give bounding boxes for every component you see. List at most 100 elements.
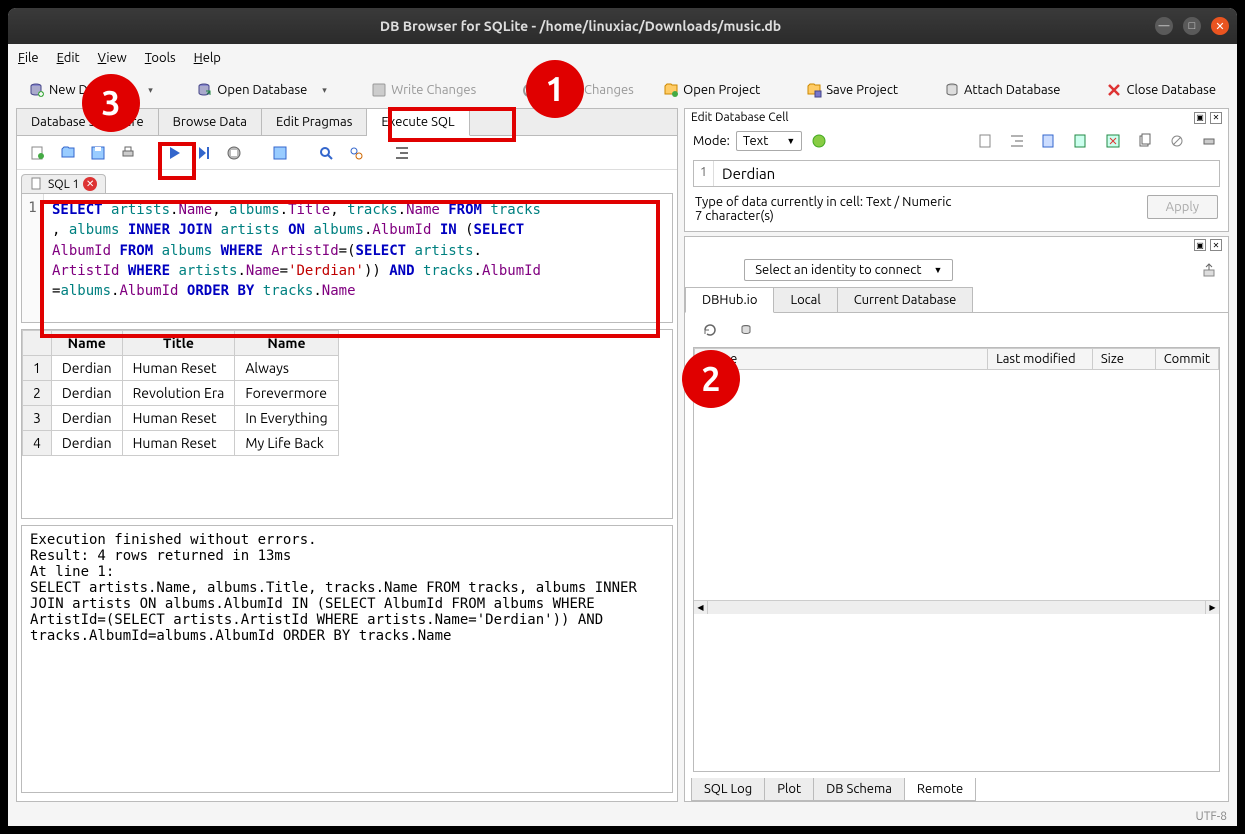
- btab-sql-log[interactable]: SQL Log: [691, 778, 765, 801]
- sql-file-tab[interactable]: SQL 1 ✕: [21, 174, 106, 193]
- output-log[interactable]: Execution finished without errors. Resul…: [21, 525, 673, 793]
- cell-editor-panel: Edit Database Cell ▣ ✕ Mode: Text ▼: [684, 108, 1229, 232]
- run-sql-icon[interactable]: [163, 142, 185, 164]
- btab-plot[interactable]: Plot: [764, 778, 814, 801]
- print-sql-icon[interactable]: [117, 142, 139, 164]
- mode-select[interactable]: Text ▼: [736, 131, 802, 151]
- print-icon2[interactable]: [1198, 130, 1220, 152]
- open-db-dropdown[interactable]: ▾: [322, 85, 332, 96]
- panel-undock-icon[interactable]: ▣: [1194, 112, 1206, 124]
- col-commit[interactable]: Commit: [1155, 349, 1218, 370]
- col-modified[interactable]: Last modified: [988, 349, 1093, 370]
- minimize-button[interactable]: —: [1155, 17, 1173, 35]
- null-icon[interactable]: [1166, 130, 1188, 152]
- doc-icon[interactable]: [974, 130, 996, 152]
- save-project-button[interactable]: Save Project: [799, 78, 905, 102]
- remote-table[interactable]: Name Last modified Size Commit ◀ ▶: [693, 347, 1220, 772]
- chevron-down-icon: ▼: [933, 265, 942, 275]
- close-tab-icon[interactable]: ✕: [83, 177, 97, 191]
- sql-editor[interactable]: 1 SELECT artists.Name, albums.Title, tra…: [21, 193, 673, 323]
- panel-undock-icon[interactable]: ▣: [1194, 239, 1206, 251]
- cell-value[interactable]: Derdian: [714, 161, 1219, 186]
- indent-icon[interactable]: [391, 142, 413, 164]
- close-db-icon: [1106, 82, 1122, 98]
- btab-schema[interactable]: DB Schema: [813, 778, 905, 801]
- tab-browse-data[interactable]: Browse Data: [159, 109, 262, 135]
- revert-changes-button[interactable]: Revert Changes: [515, 78, 641, 102]
- col-name[interactable]: Name: [695, 349, 988, 370]
- open-database-button[interactable]: Open Database: [190, 78, 314, 102]
- export-icon[interactable]: [1070, 130, 1092, 152]
- tab-local[interactable]: Local: [773, 287, 837, 312]
- tab-db-structure[interactable]: Database Structure: [17, 109, 159, 135]
- bottom-tabs: SQL Log Plot DB Schema Remote: [685, 778, 1228, 801]
- col-size[interactable]: Size: [1092, 349, 1155, 370]
- result-header[interactable]: Title: [122, 331, 235, 356]
- write-changes-button[interactable]: Write Changes: [364, 78, 483, 102]
- open-project-button[interactable]: Open Project: [656, 78, 767, 102]
- result-header[interactable]: Name: [51, 331, 122, 356]
- stop-sql-icon[interactable]: [223, 142, 245, 164]
- tab-edit-pragmas[interactable]: Edit Pragmas: [262, 109, 367, 135]
- close-database-button[interactable]: Close Database: [1099, 78, 1223, 102]
- maximize-button[interactable]: □: [1183, 17, 1201, 35]
- revert-changes-label: Revert Changes: [542, 83, 634, 97]
- panel-close-icon[interactable]: ✕: [1210, 239, 1222, 251]
- panel-close-icon[interactable]: ✕: [1210, 112, 1222, 124]
- encoding-label: UTF-8: [1196, 810, 1227, 823]
- menu-file[interactable]: File: [18, 51, 39, 65]
- menu-help[interactable]: Help: [194, 51, 221, 65]
- upload-icon[interactable]: [1198, 259, 1220, 281]
- new-query-icon[interactable]: [27, 142, 49, 164]
- scroll-right-icon[interactable]: ▶: [1205, 601, 1219, 614]
- tab-dbhub[interactable]: DBHub.io: [685, 287, 774, 313]
- main-tabs: Database Structure Browse Data Edit Prag…: [17, 109, 677, 136]
- table-row[interactable]: 4DerdianHuman ResetMy Life Back: [23, 431, 339, 456]
- menu-view[interactable]: View: [98, 51, 127, 65]
- copy-icon[interactable]: [1134, 130, 1156, 152]
- find-icon[interactable]: [315, 142, 337, 164]
- close-button[interactable]: ✕: [1211, 17, 1229, 35]
- cell-editor-title: Edit Database Cell: [691, 111, 789, 124]
- write-changes-label: Write Changes: [391, 83, 476, 97]
- table-row[interactable]: 2DerdianRevolution EraForevermore: [23, 381, 339, 406]
- save-sql-icon[interactable]: [87, 142, 109, 164]
- scroll-left-icon[interactable]: ◀: [694, 601, 708, 614]
- new-database-button[interactable]: New Database: [22, 78, 140, 102]
- attach-icon: [944, 82, 960, 98]
- cell-text-editor[interactable]: 1 Derdian: [693, 160, 1220, 187]
- tab-execute-sql[interactable]: Execute SQL: [367, 109, 469, 136]
- menubar: File Edit View Tools Help: [8, 44, 1237, 72]
- attach-database-button[interactable]: Attach Database: [937, 78, 1068, 102]
- menu-edit[interactable]: Edit: [57, 51, 80, 65]
- tab-current-db[interactable]: Current Database: [837, 287, 974, 312]
- sql-code[interactable]: SELECT artists.Name, albums.Title, track…: [44, 194, 672, 322]
- menu-tools[interactable]: Tools: [145, 51, 176, 65]
- new-db-icon: [29, 82, 45, 98]
- new-db-dropdown[interactable]: ▾: [148, 85, 158, 96]
- identity-select[interactable]: Select an identity to connect ▼: [744, 259, 953, 281]
- table-row[interactable]: 1DerdianHuman ResetAlways: [23, 356, 339, 381]
- btab-remote[interactable]: Remote: [904, 778, 976, 801]
- autoformat-icon[interactable]: [808, 130, 830, 152]
- write-icon: [371, 82, 387, 98]
- run-line-icon[interactable]: [193, 142, 215, 164]
- clone-icon[interactable]: [735, 319, 757, 341]
- replace-icon[interactable]: [345, 142, 367, 164]
- open-sql-icon[interactable]: [57, 142, 79, 164]
- save-result-icon[interactable]: [269, 142, 291, 164]
- refresh-icon[interactable]: [699, 319, 721, 341]
- indent-icon2[interactable]: [1006, 130, 1028, 152]
- line-number: 1: [22, 194, 44, 322]
- cell-char-count: 7 character(s): [695, 209, 1137, 223]
- clear-icon[interactable]: [1102, 130, 1124, 152]
- horizontal-scrollbar[interactable]: ◀ ▶: [694, 600, 1219, 614]
- import-icon[interactable]: [1038, 130, 1060, 152]
- result-header[interactable]: Name: [235, 331, 338, 356]
- table-row[interactable]: 3DerdianHuman ResetIn Everything: [23, 406, 339, 431]
- results-table[interactable]: NameTitleName 1DerdianHuman ResetAlways2…: [21, 329, 673, 519]
- save-project-icon: [806, 82, 822, 98]
- apply-button[interactable]: Apply: [1147, 195, 1218, 219]
- chevron-down-icon: ▼: [786, 136, 795, 146]
- new-db-label: New Database: [49, 83, 133, 97]
